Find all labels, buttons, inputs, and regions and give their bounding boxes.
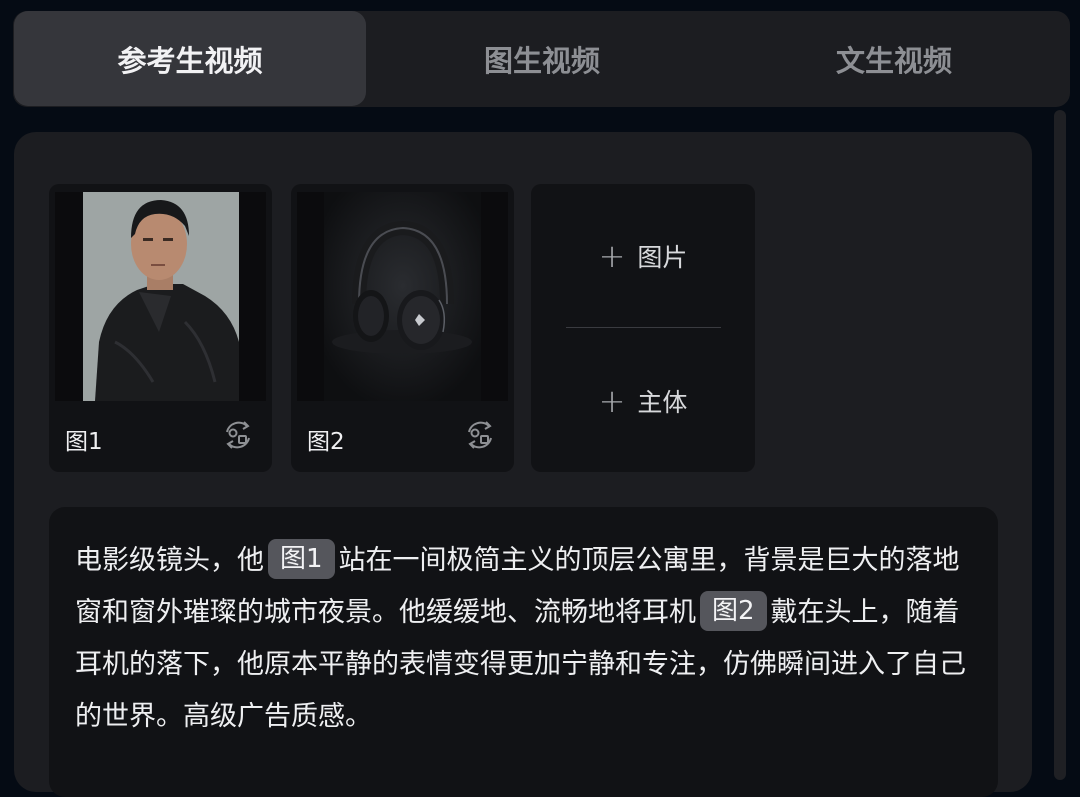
swap-icon[interactable] [463, 418, 497, 452]
add-reference-card: + 图片 + 主体 [531, 184, 755, 472]
reference-card-2[interactable]: 图2 [291, 184, 514, 472]
portrait-image [55, 192, 266, 401]
add-image-label: 图片 [637, 243, 688, 272]
headphones-image [297, 192, 508, 401]
reference-card-1[interactable]: 图1 [49, 184, 272, 472]
mode-tabs: 参考生视频 图生视频 文生视频 [13, 11, 1070, 107]
swap-icon[interactable] [221, 418, 255, 452]
add-subject-button[interactable]: + 主体 [531, 376, 755, 426]
tab-text-to-video[interactable]: 文生视频 [718, 11, 1070, 106]
add-image-button[interactable]: + 图片 [531, 231, 755, 281]
plus-icon: + [598, 237, 626, 275]
reference-label-2: 图2 [307, 429, 345, 455]
reference-chip-2[interactable]: 图2 [700, 591, 767, 631]
add-subject-label: 主体 [637, 388, 688, 417]
tab-reference-to-video[interactable]: 参考生视频 [14, 11, 366, 106]
reference-thumbnail-1 [55, 192, 266, 401]
plus-icon: + [598, 382, 626, 420]
divider [566, 327, 721, 328]
prompt-text-part-1: 电影级镜头，他 [75, 545, 264, 576]
prompt-input[interactable]: 电影级镜头，他 图1 站在一间极简主义的顶层公寓里，背景是巨大的落地窗和窗外璀璨的城… [49, 507, 998, 797]
reference-chip-1[interactable]: 图1 [268, 539, 335, 579]
reference-label-1: 图1 [65, 429, 103, 455]
prompt-text[interactable]: 电影级镜头，他 图1 站在一间极简主义的顶层公寓里，背景是巨大的落地窗和窗外璀璨的城… [75, 535, 980, 743]
scrollbar[interactable] [1054, 110, 1066, 780]
reference-thumbnail-2 [297, 192, 508, 401]
tab-image-to-video[interactable]: 图生视频 [366, 11, 718, 106]
